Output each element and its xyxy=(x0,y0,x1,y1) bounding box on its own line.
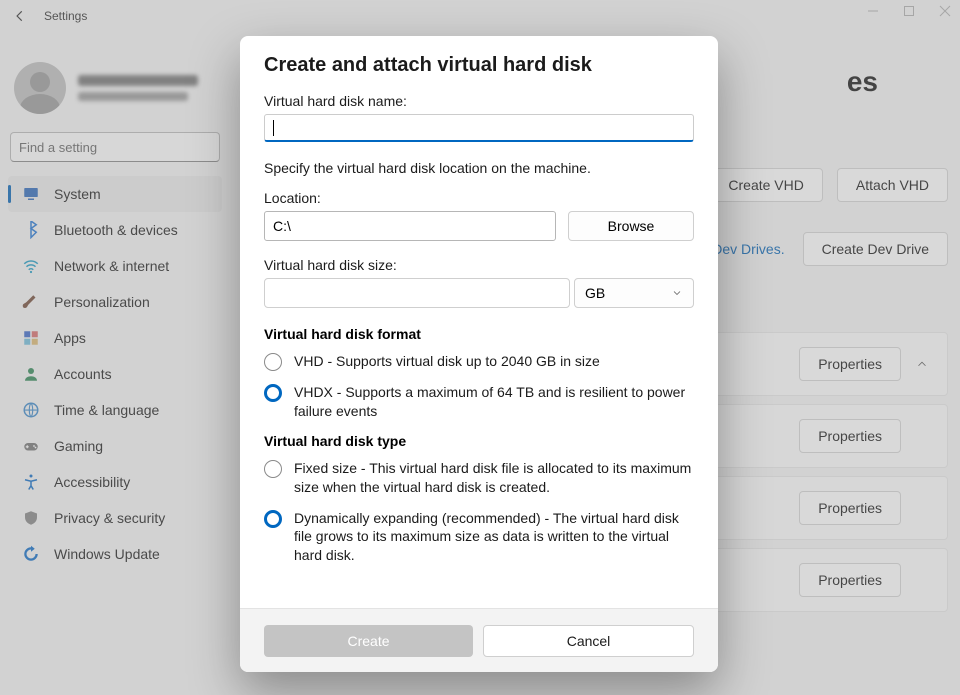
size-label: Virtual hard disk size: xyxy=(264,257,694,273)
sidebar-item-label: Time & language xyxy=(54,402,159,418)
sidebar-item-bluetooth[interactable]: Bluetooth & devices xyxy=(8,212,222,248)
avatar xyxy=(14,62,66,114)
sidebar-item-system[interactable]: System xyxy=(8,176,222,212)
sidebar-item-brush[interactable]: Personalization xyxy=(8,284,222,320)
type-section-title: Virtual hard disk type xyxy=(264,433,694,449)
dialog-footer: Create Cancel xyxy=(240,608,718,672)
radio-icon xyxy=(264,510,282,528)
create-button[interactable]: Create xyxy=(264,625,473,657)
type-option-1[interactable]: Dynamically expanding (recommended) - Th… xyxy=(264,509,694,566)
properties-button-4[interactable]: Properties xyxy=(799,563,901,597)
access-icon xyxy=(22,473,40,491)
profile-block[interactable] xyxy=(8,58,222,132)
sidebar-item-label: Bluetooth & devices xyxy=(54,222,178,238)
apps-icon xyxy=(22,329,40,347)
profile-email-blur xyxy=(78,92,188,101)
create-dev-drive-button[interactable]: Create Dev Drive xyxy=(803,232,948,266)
format-section-title: Virtual hard disk format xyxy=(264,326,694,342)
shield-icon xyxy=(22,509,40,527)
vhd-name-label: Virtual hard disk name: xyxy=(264,93,694,109)
sidebar-item-globe[interactable]: Time & language xyxy=(8,392,222,428)
gaming-icon xyxy=(22,437,40,455)
titlebar: Settings xyxy=(0,0,960,32)
create-vhd-dialog: Create and attach virtual hard disk Virt… xyxy=(240,36,718,672)
sidebar-item-label: Personalization xyxy=(54,294,150,310)
window-title: Settings xyxy=(44,9,87,23)
wifi-icon xyxy=(22,257,40,275)
sidebar-item-label: Network & internet xyxy=(54,258,169,274)
radio-label: VHD - Supports virtual disk up to 2040 G… xyxy=(294,352,600,371)
sidebar-item-wifi[interactable]: Network & internet xyxy=(8,248,222,284)
sidebar-item-label: Privacy & security xyxy=(54,510,165,526)
brush-icon xyxy=(22,293,40,311)
sidebar-item-label: Accessibility xyxy=(54,474,130,490)
minimize-icon[interactable] xyxy=(866,4,880,18)
dialog-title: Create and attach virtual hard disk xyxy=(264,54,694,77)
properties-button-3[interactable]: Properties xyxy=(799,491,901,525)
radio-label: Fixed size - This virtual hard disk file… xyxy=(294,459,694,497)
sidebar-item-apps[interactable]: Apps xyxy=(8,320,222,356)
person-icon xyxy=(22,365,40,383)
maximize-icon[interactable] xyxy=(902,4,916,18)
radio-icon xyxy=(264,460,282,478)
sidebar-item-label: System xyxy=(54,186,101,202)
sidebar-item-gaming[interactable]: Gaming xyxy=(8,428,222,464)
properties-button-1[interactable]: Properties xyxy=(799,347,901,381)
location-label: Location: xyxy=(264,190,694,206)
update-icon xyxy=(22,545,40,563)
location-input[interactable] xyxy=(264,211,556,241)
location-hint: Specify the virtual hard disk location o… xyxy=(264,160,694,176)
size-unit-value: GB xyxy=(585,285,605,301)
sidebar-item-update[interactable]: Windows Update xyxy=(8,536,222,572)
sidebar-item-label: Gaming xyxy=(54,438,103,454)
radio-label: VHDX - Supports a maximum of 64 TB and i… xyxy=(294,383,694,421)
radio-label: Dynamically expanding (recommended) - Th… xyxy=(294,509,694,566)
search-input[interactable]: Find a setting xyxy=(10,132,220,162)
system-icon xyxy=(22,185,40,203)
globe-icon xyxy=(22,401,40,419)
back-button[interactable] xyxy=(10,6,30,26)
chevron-down-icon xyxy=(671,287,683,299)
vhd-name-input[interactable] xyxy=(264,114,694,142)
sidebar-item-access[interactable]: Accessibility xyxy=(8,464,222,500)
radio-icon xyxy=(264,384,282,402)
browse-button[interactable]: Browse xyxy=(568,211,694,241)
attach-vhd-button[interactable]: Attach VHD xyxy=(837,168,948,202)
size-input[interactable] xyxy=(264,278,570,308)
create-vhd-button[interactable]: Create VHD xyxy=(709,168,822,202)
profile-name-blur xyxy=(78,75,198,86)
chevron-up-icon xyxy=(915,357,929,371)
size-unit-select[interactable]: GB xyxy=(574,278,694,308)
sidebar-item-person[interactable]: Accounts xyxy=(8,356,222,392)
format-option-0[interactable]: VHD - Supports virtual disk up to 2040 G… xyxy=(264,352,694,371)
type-option-0[interactable]: Fixed size - This virtual hard disk file… xyxy=(264,459,694,497)
sidebar-item-shield[interactable]: Privacy & security xyxy=(8,500,222,536)
dev-drives-link[interactable]: Dev Drives. xyxy=(712,241,784,257)
sidebar: Find a setting System Bluetooth & devices… xyxy=(0,40,230,572)
cancel-button[interactable]: Cancel xyxy=(483,625,694,657)
page-title-partial: es xyxy=(847,66,878,98)
properties-button-2[interactable]: Properties xyxy=(799,419,901,453)
search-placeholder: Find a setting xyxy=(19,140,97,155)
close-icon[interactable] xyxy=(938,4,952,18)
radio-icon xyxy=(264,353,282,371)
sidebar-item-label: Apps xyxy=(54,330,86,346)
format-option-1[interactable]: VHDX - Supports a maximum of 64 TB and i… xyxy=(264,383,694,421)
bluetooth-icon xyxy=(22,221,40,239)
sidebar-item-label: Accounts xyxy=(54,366,112,382)
sidebar-item-label: Windows Update xyxy=(54,546,160,562)
